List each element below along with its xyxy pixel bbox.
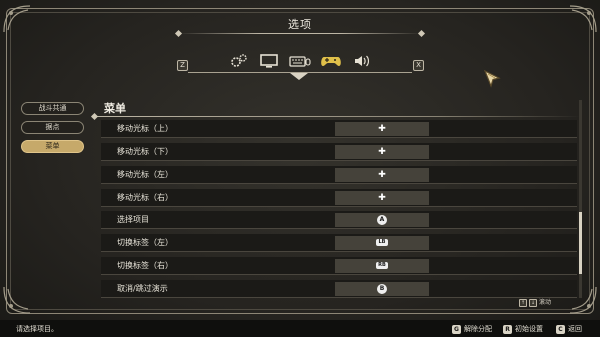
sidebar-item-label: 据点 (45, 123, 60, 131)
footer-action-back[interactable]: C 返回 (556, 324, 582, 334)
binding-row-tab-left[interactable]: 切换标签（左） LB (101, 234, 577, 252)
sidebar-item-label: 菜单 (45, 142, 60, 150)
binding-label: 移动光标（左） (117, 170, 173, 179)
button-lb-icon: LB (376, 239, 388, 246)
binding-cell[interactable]: ✚ (335, 122, 429, 136)
binding-cell[interactable]: A (335, 213, 429, 227)
tab-audio[interactable] (352, 53, 374, 69)
binding-row-cursor-up[interactable]: 移动光标（上） ✚ (101, 120, 577, 138)
scroll-hint: ↑ ↓ 滚动 (519, 297, 551, 307)
scrollbar-thumb[interactable] (579, 212, 582, 274)
dpad-down-icon: ✚ (378, 147, 386, 157)
tab-general[interactable] (228, 53, 250, 69)
keyboard-icon (289, 56, 311, 67)
button-a-icon: A (377, 214, 387, 225)
binding-label: 移动光标（下） (117, 147, 173, 156)
gears-icon (231, 54, 247, 67)
binding-row-cancel[interactable]: 取消/跳过演示 B (101, 280, 577, 298)
binding-label: 移动光标（右） (117, 193, 173, 202)
section-title: 菜单 (104, 102, 126, 115)
next-tab-key-hint[interactable]: X (413, 60, 424, 71)
title-divider (178, 33, 422, 34)
footer-action-label: 初始设置 (515, 325, 543, 333)
speaker-icon (355, 55, 370, 67)
binding-cell[interactable]: B (335, 282, 429, 296)
scroll-hint-label: 滚动 (539, 299, 552, 306)
scroll-up-key-icon: ↑ (519, 298, 527, 307)
prev-tab-key-hint[interactable]: Z (177, 60, 188, 71)
page-title: 选项 (288, 18, 312, 31)
binding-row-tab-right[interactable]: 切换标签（右） RB (101, 257, 577, 275)
section-divider (95, 116, 580, 117)
binding-cell[interactable]: ✚ (335, 168, 429, 182)
sidebar-item-combat[interactable]: 战斗共通 (21, 102, 84, 115)
binding-label: 切换标签（右） (117, 261, 173, 270)
key-c-icon: C (556, 324, 565, 334)
dpad-left-icon: ✚ (378, 170, 386, 180)
binding-row-cursor-right[interactable]: 移动光标（右） ✚ (101, 189, 577, 207)
footer-action-unassign[interactable]: G 解除分配 (452, 324, 492, 334)
monitor-icon (260, 54, 278, 68)
footer-action-label: 返回 (568, 325, 582, 333)
dpad-up-icon: ✚ (378, 124, 386, 134)
active-tab-pointer (290, 73, 308, 80)
sidebar-item-menu[interactable]: 菜单 (21, 140, 84, 153)
tab-gamepad[interactable] (320, 53, 342, 69)
key-g-icon: G (452, 324, 461, 334)
corner-ornament-bottom-left (2, 285, 32, 315)
footer-action-reset[interactable]: R 初始设置 (503, 324, 543, 334)
binding-label: 移动光标（上） (117, 124, 173, 133)
button-b-icon: B (377, 283, 387, 294)
binding-cell[interactable]: ✚ (335, 145, 429, 159)
binding-label: 选择项目 (117, 215, 149, 224)
binding-row-cursor-left[interactable]: 移动光标（左） ✚ (101, 166, 577, 184)
binding-cell[interactable]: ✚ (335, 191, 429, 205)
binding-row-cursor-down[interactable]: 移动光标（下） ✚ (101, 143, 577, 161)
pointer-cursor-icon (483, 69, 503, 89)
binding-cell[interactable]: LB (335, 236, 429, 250)
binding-row-select[interactable]: 选择项目 A (101, 211, 577, 229)
button-rb-icon: RB (376, 262, 388, 269)
key-r-icon: R (503, 324, 512, 334)
binding-cell[interactable]: RB (335, 259, 429, 273)
sidebar-item-base[interactable]: 据点 (21, 121, 84, 134)
binding-label: 取消/跳过演示 (117, 284, 168, 293)
tab-keyboard[interactable] (289, 53, 311, 69)
footer-message: 请选择项目。 (16, 325, 58, 333)
gamepad-icon (321, 57, 341, 66)
sidebar-item-label: 战斗共通 (38, 104, 67, 112)
tab-display[interactable] (258, 53, 280, 69)
binding-label: 切换标签（左） (117, 238, 173, 247)
footer-bar: 请选择项目。 G 解除分配 R 初始设置 C 返回 (0, 320, 600, 337)
scroll-down-key-icon: ↓ (529, 298, 537, 307)
footer-action-label: 解除分配 (464, 325, 492, 333)
dpad-right-icon: ✚ (378, 193, 386, 203)
